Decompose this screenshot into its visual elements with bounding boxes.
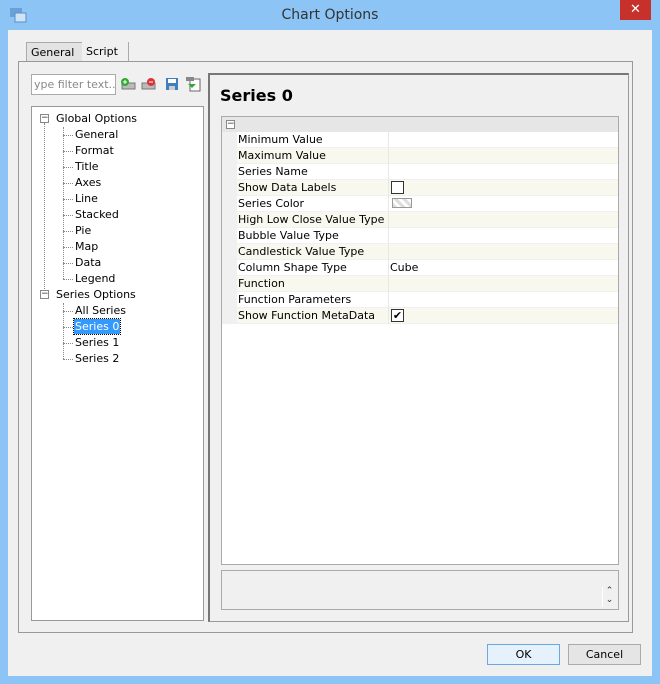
property-row[interactable]: Show Data Labels — [237, 180, 618, 196]
checkbox[interactable]: ✔ — [391, 309, 404, 322]
collapse-icon[interactable]: − — [226, 120, 235, 129]
property-label: Candlestick Value Type — [238, 245, 365, 258]
property-label: Column Shape Type — [238, 261, 347, 274]
collapse-icon[interactable]: − — [40, 114, 49, 123]
property-value-cell[interactable] — [388, 292, 618, 308]
tree-node-global-options[interactable]: Global Options — [55, 111, 138, 126]
options-tree: − Global Options General Format Title Axes L… — [31, 106, 204, 621]
grid-gutter — [222, 132, 237, 324]
property-row[interactable]: High Low Close Value Type — [237, 212, 618, 228]
collapse-icon[interactable]: − — [40, 290, 49, 299]
property-row[interactable]: Function Parameters — [237, 292, 618, 308]
property-label: Show Data Labels — [238, 181, 337, 194]
property-value-cell[interactable] — [388, 132, 618, 148]
property-row[interactable]: Series Color — [237, 196, 618, 212]
tree-node-legend[interactable]: Legend — [74, 271, 116, 286]
property-value-cell[interactable] — [388, 228, 618, 244]
property-row[interactable]: Candlestick Value Type — [237, 244, 618, 260]
property-value-cell[interactable] — [388, 276, 618, 292]
save-icon[interactable] — [164, 76, 180, 92]
property-row[interactable]: Maximum Value — [237, 148, 618, 164]
property-value-cell[interactable]: Cube — [388, 260, 618, 276]
property-label: Series Name — [238, 165, 308, 178]
property-label: Show Function MetaData — [238, 309, 376, 322]
window-title: Chart Options — [281, 7, 379, 23]
tree-node-title[interactable]: Title — [74, 159, 100, 174]
property-row[interactable]: Minimum Value — [237, 132, 618, 148]
tree-node-format[interactable]: Format — [74, 143, 115, 158]
tree-node-pie[interactable]: Pie — [74, 223, 92, 238]
property-value-cell[interactable] — [388, 164, 618, 180]
tree-node-series-1[interactable]: Series 1 — [74, 335, 120, 350]
property-label: High Low Close Value Type — [238, 213, 385, 226]
add-icon[interactable] — [120, 76, 136, 92]
color-swatch[interactable] — [392, 198, 412, 208]
property-row[interactable]: Function — [237, 276, 618, 292]
property-label: Minimum Value — [238, 133, 323, 146]
scroll-spinner[interactable]: ⌃ ⌄ — [602, 587, 616, 607]
tree-node-series-0[interactable]: Series 0 — [72, 318, 122, 335]
grid-header: − — [222, 117, 618, 132]
property-value[interactable]: Cube — [390, 261, 418, 274]
property-grid: − Minimum Value Maximum Value Series Name S… — [221, 116, 619, 565]
close-button[interactable]: ✕ — [620, 0, 651, 20]
tree-node-line[interactable]: Line — [74, 191, 99, 206]
property-label: Function — [238, 277, 285, 290]
tree-node-data[interactable]: Data — [74, 255, 102, 270]
property-row[interactable]: Bubble Value Type — [237, 228, 618, 244]
property-value-cell[interactable] — [388, 180, 618, 196]
import-icon[interactable] — [185, 76, 201, 92]
description-box — [221, 570, 619, 610]
property-label: Bubble Value Type — [238, 229, 339, 242]
title-bar: Chart Options ✕ — [0, 0, 660, 30]
tab-general[interactable]: General — [26, 42, 83, 62]
ok-button[interactable]: OK — [487, 644, 560, 665]
property-row[interactable]: Series Name — [237, 164, 618, 180]
property-label: Series Color — [238, 197, 305, 210]
page-title: Series 0 — [220, 86, 293, 105]
tree-node-axes[interactable]: Axes — [74, 175, 102, 190]
tree-node-all-series[interactable]: All Series — [74, 303, 127, 318]
property-value-cell[interactable] — [388, 148, 618, 164]
property-value-cell[interactable] — [388, 196, 618, 212]
tree-node-map[interactable]: Map — [74, 239, 99, 254]
property-value-cell[interactable] — [388, 244, 618, 260]
tree-node-series-2[interactable]: Series 2 — [74, 351, 120, 366]
tree-node-general[interactable]: General — [74, 127, 119, 142]
checkbox[interactable] — [391, 181, 404, 194]
property-label: Maximum Value — [238, 149, 326, 162]
property-label: Function Parameters — [238, 293, 352, 306]
property-row[interactable]: Column Shape Type Cube — [237, 260, 618, 276]
property-value-cell[interactable] — [388, 212, 618, 228]
remove-icon[interactable] — [141, 76, 157, 92]
tab-script[interactable]: Script — [82, 42, 129, 62]
tree-node-stacked[interactable]: Stacked — [74, 207, 120, 222]
property-value-cell[interactable]: ✔ — [388, 308, 618, 324]
tree-node-series-options[interactable]: Series Options — [55, 287, 137, 302]
property-row[interactable]: Show Function MetaData ✔ — [237, 308, 618, 324]
filter-input[interactable]: ype filter text... — [31, 74, 116, 95]
cancel-button[interactable]: Cancel — [568, 644, 641, 665]
